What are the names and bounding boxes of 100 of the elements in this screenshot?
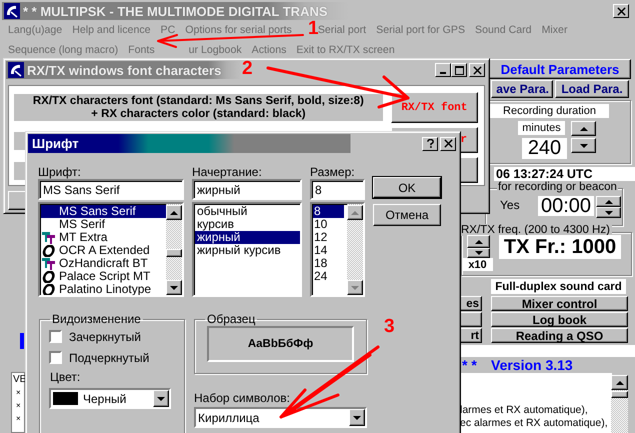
down-arrow-icon: [353, 416, 361, 420]
close-button[interactable]: [440, 136, 456, 150]
font-input[interactable]: MS Sans Serif: [38, 179, 184, 200]
default-parameters-button[interactable]: Default Parameters: [489, 59, 631, 79]
font-list-item[interactable]: MS Sans Serif: [41, 205, 166, 218]
side-button[interactable]: rt: [460, 328, 482, 343]
size-list-item[interactable]: 10: [313, 218, 344, 231]
size-list-item[interactable]: 18: [313, 257, 344, 270]
sample-text: AaBbБбФф: [248, 338, 314, 350]
truetype-icon: [42, 258, 56, 270]
down-arrow-icon: [474, 251, 482, 255]
help-button[interactable]: [422, 136, 438, 150]
scroll-bar[interactable]: [166, 204, 182, 295]
ok-button[interactable]: OK: [373, 177, 441, 198]
spin-down-button[interactable]: [571, 138, 596, 153]
annotation-number: 2: [242, 59, 253, 78]
up-arrow-icon: [580, 126, 588, 130]
up-arrow-icon: [351, 210, 359, 214]
version-label: Version 3.13: [491, 357, 573, 373]
size-list-item[interactable]: 24: [313, 270, 344, 283]
close-icon: [472, 66, 482, 74]
font-list-item[interactable]: Palace Script MT: [41, 270, 166, 283]
down-arrow-icon: [604, 210, 612, 214]
down-arrow-icon: [157, 396, 165, 400]
charset-dropdown[interactable]: Кириллица: [194, 407, 367, 428]
dish-icon: [4, 3, 20, 19]
up-arrow-icon: [170, 210, 178, 214]
spin-down-button[interactable]: [596, 207, 621, 218]
checkbox-label: Подчеркнутый: [69, 350, 150, 364]
opentype-icon: [42, 270, 56, 282]
list-text: VE: [13, 373, 26, 386]
side-button[interactable]: [460, 312, 482, 327]
font-list-item[interactable]: MT Extra: [41, 231, 166, 244]
group-title: Видоизменение: [51, 312, 142, 326]
sound-card-label: Full-duplex sound card: [491, 279, 626, 294]
size-input[interactable]: 8: [310, 179, 365, 200]
tx-frequency: TX Fr.: 1000: [499, 235, 621, 259]
beacon-label: for recording or beacon: [497, 181, 618, 193]
checkbox[interactable]: [49, 330, 62, 343]
style-input[interactable]: жирный: [192, 179, 302, 200]
cross-mark: ×: [15, 387, 21, 399]
description-line: RX/TX characters font (standard: Ms Sans Serif, bold, size:8): [32, 94, 364, 108]
up-arrow-icon: [616, 380, 624, 384]
time-value: 00:00: [538, 196, 594, 216]
down-arrow-icon: [170, 286, 178, 290]
size-list-item[interactable]: 8: [313, 205, 344, 218]
clock-text: 06 13:27:24 UTC: [494, 167, 635, 181]
side-button[interactable]: Mixer control: [491, 296, 628, 311]
font-label: Шрифт:: [38, 165, 82, 179]
window-title: RX/TX windows font characters: [27, 62, 222, 78]
style-list-item[interactable]: обычный: [195, 205, 300, 218]
frequency-label: RX/TX freq. (200 to 4300 Hz): [461, 224, 612, 236]
scroll-thumb[interactable]: [611, 391, 628, 398]
checkbox[interactable]: [49, 351, 62, 364]
font-list-item[interactable]: OzHandicraft BT: [41, 257, 166, 270]
option-label: Yes: [500, 198, 520, 212]
size-list-item[interactable]: 14: [313, 244, 344, 257]
spin-up-button[interactable]: [571, 121, 596, 136]
description-line: + RX characters color (standard: black): [91, 108, 306, 120]
cross-mark: ×: [15, 413, 21, 425]
group-title: Образец: [206, 312, 256, 326]
color-dropdown[interactable]: Черный: [49, 388, 171, 409]
size-list-item[interactable]: 12: [313, 231, 344, 244]
cross-mark: ×: [15, 400, 21, 412]
scroll-thumb[interactable]: [166, 249, 182, 257]
cancel-button[interactable]: Отмена: [373, 204, 441, 226]
font-list-item[interactable]: MS Serif: [41, 218, 166, 231]
indicator-bar: [20, 333, 24, 349]
close-icon: [444, 139, 452, 148]
side-button[interactable]: Reading a QSO: [491, 328, 628, 343]
color-label: Цвет:: [50, 370, 80, 384]
spin-down-button[interactable]: [467, 248, 490, 258]
window-title: * * MULTIPSK - THE MULTIMODE DIGITAL TRANS: [23, 4, 328, 18]
style-list-item[interactable]: жирный: [195, 231, 300, 244]
side-button[interactable]: es: [460, 296, 482, 311]
opentype-icon: [42, 244, 56, 256]
style-list-item[interactable]: курсив: [195, 218, 300, 231]
charset-label: Набор символов:: [194, 391, 290, 405]
duration-value: 240: [522, 138, 567, 159]
up-arrow-icon: [474, 240, 482, 244]
annotation-number: 3: [384, 317, 395, 336]
recording-label: Recording duration: [490, 104, 609, 118]
size-label: Размер:: [310, 165, 356, 179]
unit-label: minutes: [518, 121, 565, 135]
annotation-number: 1: [308, 19, 319, 38]
help-icon: [426, 139, 434, 148]
style-label: Начертание:: [192, 165, 263, 179]
checkbox-label: Зачеркнутый: [69, 330, 141, 344]
close-icon: [616, 6, 626, 16]
truetype-icon: [42, 232, 56, 244]
load-parameters-button[interactable]: Load Para.: [555, 80, 629, 98]
style-list-item[interactable]: жирный курсив: [195, 244, 300, 257]
dialog-title: Шрифт: [31, 136, 79, 151]
spin-up-button[interactable]: [467, 235, 490, 248]
scroll-bar[interactable]: [611, 375, 628, 433]
side-button[interactable]: Log book: [491, 312, 628, 327]
save-parameters-button[interactable]: ave Para.: [491, 80, 553, 98]
up-arrow-icon: [604, 200, 612, 204]
spin-up-button[interactable]: [596, 196, 621, 207]
font-list-item[interactable]: OCR A Extended: [41, 244, 166, 257]
